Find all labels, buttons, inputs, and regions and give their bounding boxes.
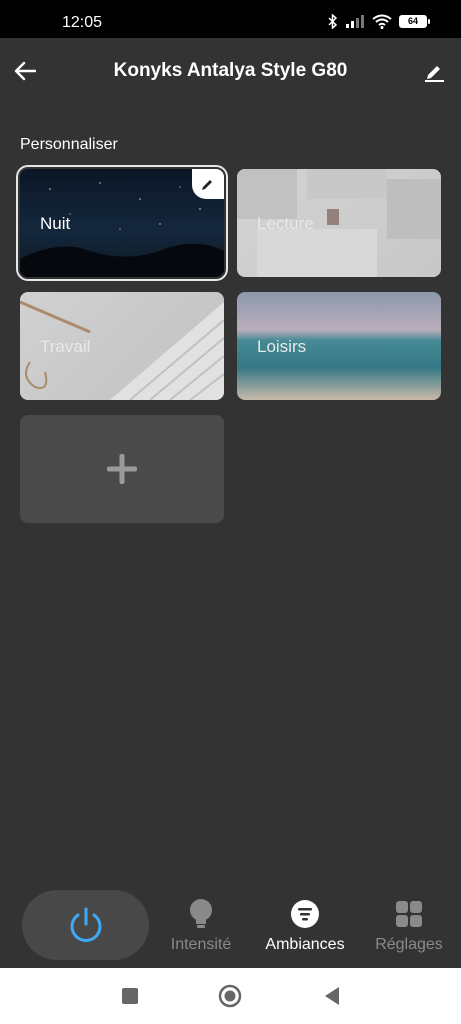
scene-tile-nuit[interactable]: Nuit — [16, 165, 228, 281]
scene-tile-lecture[interactable]: Lecture — [237, 169, 441, 277]
signal-icon — [346, 15, 364, 28]
triangle-back-icon — [325, 987, 339, 1005]
battery-level: 64 — [407, 16, 418, 26]
back-button[interactable] — [10, 56, 40, 86]
battery-indicator: 64 — [399, 14, 430, 28]
app-bar: Konyks Antalya Style G80 — [0, 38, 461, 106]
scene-label-travail: Travail — [40, 337, 91, 356]
scene-tile-loisirs[interactable]: Loisirs — [237, 292, 441, 400]
wifi-icon — [372, 14, 392, 29]
square-icon — [122, 988, 138, 1004]
power-button[interactable] — [22, 890, 149, 960]
recents-button[interactable] — [118, 984, 142, 1008]
section-title: Personnaliser — [20, 136, 118, 153]
bluetooth-icon — [328, 13, 338, 29]
home-button[interactable] — [218, 984, 242, 1008]
nav-tab-ambiances[interactable]: Ambiances — [255, 898, 355, 954]
grid-icon — [396, 901, 422, 927]
edit-device-button[interactable] — [419, 56, 449, 86]
pencil-icon — [202, 180, 212, 190]
page-title: Konyks Antalya Style G80 — [113, 60, 348, 81]
list-icon — [291, 900, 319, 928]
nav-tab-reglages[interactable]: Réglages — [359, 898, 459, 954]
nav-label-intensite: Intensité — [170, 936, 232, 953]
back-arrow-icon — [14, 61, 36, 81]
add-scene-button[interactable] — [20, 415, 224, 523]
system-back-button[interactable] — [320, 984, 344, 1008]
nav-label-ambiances: Ambiances — [265, 936, 345, 953]
status-icons: 64 — [328, 13, 430, 29]
scene-label-nuit: Nuit — [40, 214, 71, 233]
icon-wrap — [359, 898, 459, 930]
plus-icon — [107, 454, 137, 484]
edit-scene-button[interactable] — [192, 169, 224, 199]
scene-label-loisirs: Loisirs — [257, 337, 307, 356]
nav-tab-intensite[interactable]: Intensité — [151, 898, 251, 954]
pencil-icon — [425, 66, 444, 82]
scene-tile-travail[interactable]: Travail — [20, 292, 224, 400]
home-circle-icon — [218, 984, 242, 1008]
system-nav-bar — [0, 968, 461, 1024]
status-bar: 12:05 64 — [0, 0, 461, 38]
icon-wrap — [151, 898, 251, 930]
status-time: 12:05 — [62, 14, 103, 31]
scene-label-lecture: Lecture — [257, 214, 314, 233]
power-icon — [70, 907, 101, 942]
nav-label-reglages: Réglages — [375, 936, 443, 953]
bulb-icon — [190, 899, 212, 928]
icon-wrap — [255, 898, 355, 930]
bottom-nav: Intensité Ambiances Réglages — [0, 880, 461, 968]
